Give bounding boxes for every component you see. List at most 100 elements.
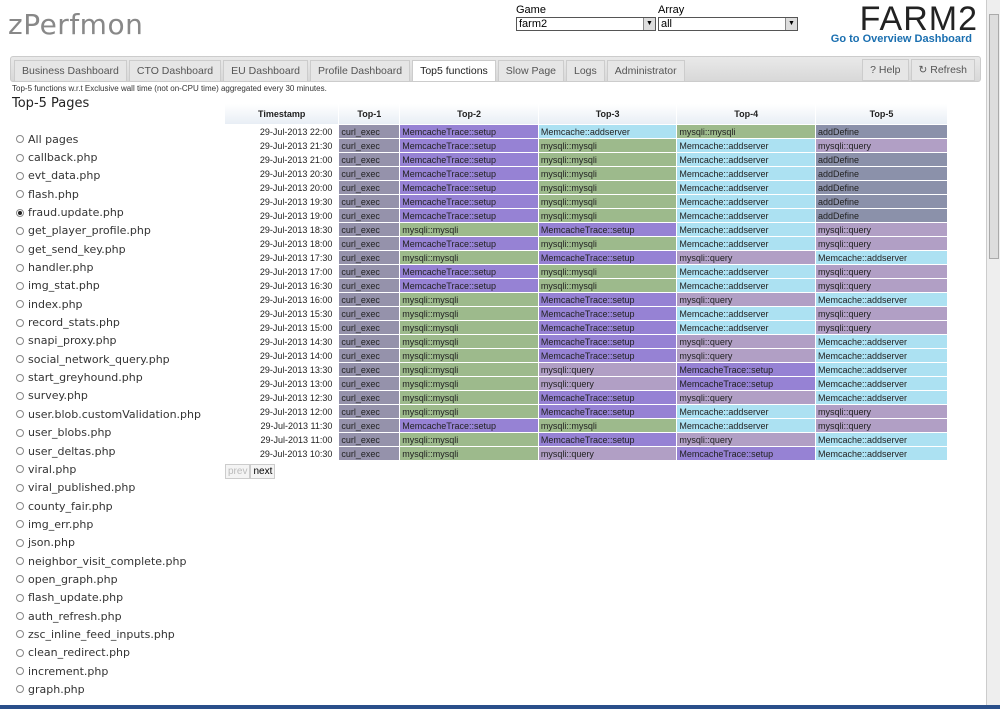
function-cell: Memcache::addserver bbox=[677, 405, 815, 418]
radio-button[interactable] bbox=[16, 208, 24, 217]
radio-button[interactable] bbox=[16, 520, 24, 529]
radio-button[interactable] bbox=[16, 171, 24, 180]
radio-button[interactable] bbox=[16, 318, 24, 327]
page-radio-item[interactable]: viral_published.php bbox=[16, 479, 201, 497]
radio-button[interactable] bbox=[16, 648, 24, 657]
page-radio-item[interactable]: json.php bbox=[16, 534, 201, 552]
page-radio-item[interactable]: zsc_inline_feed_inputs.php bbox=[16, 625, 201, 643]
radio-button[interactable] bbox=[16, 575, 24, 584]
scrollbar-thumb[interactable] bbox=[989, 14, 999, 259]
column-header[interactable]: Top-1 bbox=[339, 104, 400, 124]
page-radio-item[interactable]: user_deltas.php bbox=[16, 442, 201, 460]
timestamp-cell: 29-Jul-2013 13:30 bbox=[225, 363, 339, 376]
page-radio-item[interactable]: get_send_key.php bbox=[16, 240, 201, 258]
radio-button[interactable] bbox=[16, 685, 24, 694]
tab-eu-dashboard[interactable]: EU Dashboard bbox=[223, 60, 309, 81]
tab-administrator[interactable]: Administrator bbox=[606, 60, 685, 81]
page-radio-item[interactable]: neighbor_visit_complete.php bbox=[16, 552, 201, 570]
radio-button[interactable] bbox=[16, 263, 24, 272]
radio-button[interactable] bbox=[16, 355, 24, 364]
page-radio-item[interactable]: snapi_proxy.php bbox=[16, 332, 201, 350]
function-cell: mysqli::query bbox=[677, 349, 815, 362]
page-radio-item[interactable]: start_greyhound.php bbox=[16, 368, 201, 386]
page-radio-item[interactable]: fraud.update.php bbox=[16, 203, 201, 221]
page-radio-item[interactable]: user.blob.customValidation.php bbox=[16, 405, 201, 423]
page-label: user.blob.customValidation.php bbox=[28, 407, 201, 421]
radio-button[interactable] bbox=[16, 428, 24, 437]
column-header[interactable]: Top-3 bbox=[538, 104, 677, 124]
tab-profile-dashboard[interactable]: Profile Dashboard bbox=[310, 60, 411, 81]
radio-button[interactable] bbox=[16, 612, 24, 621]
radio-button[interactable] bbox=[16, 190, 24, 199]
overview-link[interactable]: Go to Overview Dashboard bbox=[831, 33, 972, 45]
radio-button[interactable] bbox=[16, 300, 24, 309]
top5-table: Timestamp Top-1 Top-2 Top-3 Top-4 Top-5 29-Ju… bbox=[224, 103, 948, 461]
page-radio-item[interactable]: increment.php bbox=[16, 662, 201, 680]
chevron-down-icon[interactable]: ▼ bbox=[643, 18, 655, 30]
page-radio-item[interactable]: evt_data.php bbox=[16, 167, 201, 185]
tab-top5-functions[interactable]: Top5 functions bbox=[412, 60, 496, 81]
radio-button[interactable] bbox=[16, 391, 24, 400]
radio-button[interactable] bbox=[16, 135, 24, 144]
chevron-down-icon[interactable]: ▼ bbox=[785, 18, 797, 30]
page-radio-item[interactable]: handler.php bbox=[16, 258, 201, 276]
radio-button[interactable] bbox=[16, 447, 24, 456]
page-radio-item[interactable]: viral.php bbox=[16, 460, 201, 478]
radio-button[interactable] bbox=[16, 630, 24, 639]
radio-button[interactable] bbox=[16, 226, 24, 235]
radio-button[interactable] bbox=[16, 153, 24, 162]
column-header[interactable]: Timestamp bbox=[225, 104, 339, 124]
column-header[interactable]: Top-5 bbox=[815, 104, 947, 124]
radio-button[interactable] bbox=[16, 538, 24, 547]
column-header[interactable]: Top-4 bbox=[677, 104, 815, 124]
refresh-button[interactable]: ↻ Refresh bbox=[910, 59, 975, 81]
radio-button[interactable] bbox=[16, 410, 24, 419]
function-cell: MemcacheTrace::setup bbox=[677, 363, 815, 376]
page-label: flash.php bbox=[28, 187, 79, 201]
page-radio-item[interactable]: county_fair.php bbox=[16, 497, 201, 515]
timestamp-cell: 29-Jul-2013 12:30 bbox=[225, 391, 339, 404]
tab-logs[interactable]: Logs bbox=[566, 60, 605, 81]
prev-button[interactable]: prev bbox=[225, 464, 251, 479]
page-radio-item[interactable]: callback.php bbox=[16, 148, 201, 166]
next-button[interactable]: next bbox=[250, 464, 276, 479]
radio-button[interactable] bbox=[16, 502, 24, 511]
radio-button[interactable] bbox=[16, 281, 24, 290]
page-radio-item[interactable]: img_stat.php bbox=[16, 277, 201, 295]
function-cell: mysqli::mysqli bbox=[538, 181, 677, 194]
function-cell: Memcache::addserver bbox=[677, 321, 815, 334]
page-radio-item[interactable]: auth_refresh.php bbox=[16, 607, 201, 625]
help-button[interactable]: ? Help bbox=[862, 59, 909, 81]
column-header[interactable]: Top-2 bbox=[400, 104, 538, 124]
page-radio-item[interactable]: user_blobs.php bbox=[16, 424, 201, 442]
radio-button[interactable] bbox=[16, 593, 24, 602]
tab-business-dashboard[interactable]: Business Dashboard bbox=[14, 60, 127, 81]
array-select[interactable]: all ▼ bbox=[658, 17, 798, 31]
page-radio-item[interactable]: social_network_query.php bbox=[16, 350, 201, 368]
page-radio-item[interactable]: survey.php bbox=[16, 387, 201, 405]
page-radio-item[interactable]: All pages bbox=[16, 130, 201, 148]
table-row: 29-Jul-2013 20:30 curl_exec MemcacheTrace:… bbox=[225, 167, 947, 180]
page-radio-item[interactable]: flash_update.php bbox=[16, 589, 201, 607]
page-radio-item[interactable]: img_err.php bbox=[16, 515, 201, 533]
radio-button[interactable] bbox=[16, 245, 24, 254]
radio-button[interactable] bbox=[16, 667, 24, 676]
radio-button[interactable] bbox=[16, 336, 24, 345]
radio-button[interactable] bbox=[16, 557, 24, 566]
page-radio-item[interactable]: index.php bbox=[16, 295, 201, 313]
page-radio-item[interactable]: flash.php bbox=[16, 185, 201, 203]
tab-cto-dashboard[interactable]: CTO Dashboard bbox=[128, 60, 222, 81]
game-select[interactable]: farm2 ▼ bbox=[516, 17, 656, 31]
radio-button[interactable] bbox=[16, 373, 24, 382]
timestamp-cell: 29-Jul-2013 21:00 bbox=[225, 153, 339, 166]
scrollbar[interactable] bbox=[986, 0, 1000, 709]
page-radio-item[interactable]: get_player_profile.php bbox=[16, 222, 201, 240]
function-cell: mysqli::query bbox=[815, 279, 947, 292]
tab-slow-page[interactable]: Slow Page bbox=[497, 60, 564, 81]
page-radio-item[interactable]: clean_redirect.php bbox=[16, 644, 201, 662]
page-radio-item[interactable]: record_stats.php bbox=[16, 313, 201, 331]
radio-button[interactable] bbox=[16, 483, 24, 492]
page-radio-item[interactable]: open_graph.php bbox=[16, 570, 201, 588]
page-radio-item[interactable]: graph.php bbox=[16, 680, 201, 698]
radio-button[interactable] bbox=[16, 465, 24, 474]
